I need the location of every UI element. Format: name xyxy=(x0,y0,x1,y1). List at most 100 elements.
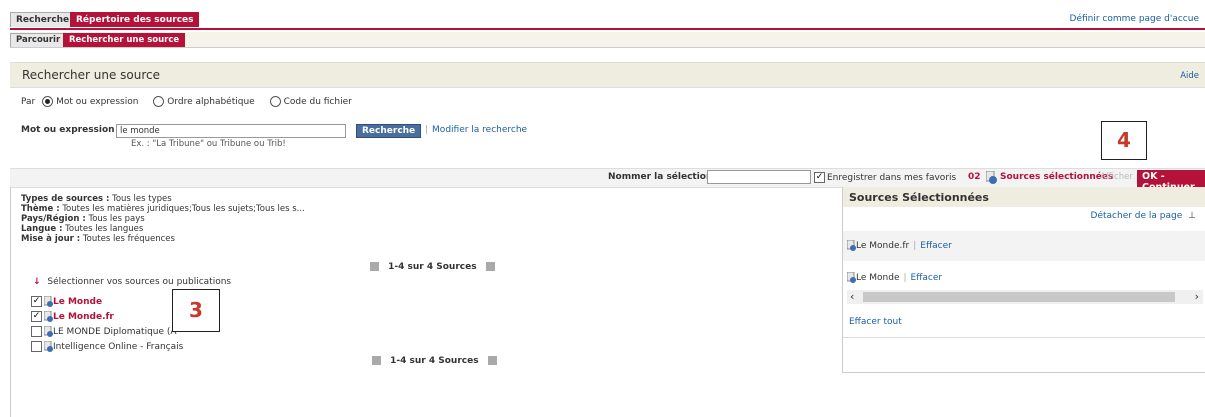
list-item: Intelligence Online - Français xyxy=(31,340,183,355)
separator: | xyxy=(913,241,917,251)
chevron-right-icon[interactable]: › xyxy=(1195,290,1199,304)
filter-row: Types de sources : Tous les types xyxy=(21,194,305,204)
sub-tab-bar: Parcourir Rechercher une source xyxy=(10,32,1205,48)
search-mode-row: Par Mot ou expression Ordre alphabétique… xyxy=(21,96,352,107)
tab-recherche[interactable]: Recherche xyxy=(10,12,76,27)
filter-label: Mise à jour : xyxy=(21,234,81,244)
remove-item-link[interactable]: Effacer xyxy=(911,273,943,283)
selected-item-row: Le Monde | Effacer xyxy=(846,271,943,283)
filter-value: Toutes les langues xyxy=(65,224,144,234)
filter-row: Thème : Toutes les matières juridiques;T… xyxy=(21,204,305,214)
top-tab-bar: Recherche Répertoire des sources Définir… xyxy=(10,8,1205,30)
radio-label: Code du fichier xyxy=(283,97,352,107)
radio-icon xyxy=(153,96,165,107)
tab-rechercher-source[interactable]: Rechercher une source xyxy=(63,33,186,47)
help-link[interactable]: Aide xyxy=(1180,71,1199,81)
document-info-icon xyxy=(43,295,53,307)
filter-label: Thème : xyxy=(21,204,60,214)
radio-label: Mot ou expression xyxy=(56,97,139,107)
filter-value: Tous les types xyxy=(112,194,172,204)
name-selection-input[interactable] xyxy=(707,170,811,184)
scrollbar-thumb[interactable] xyxy=(863,292,1175,302)
detach-link[interactable]: Détacher de la page xyxy=(1091,211,1183,221)
list-item: ✓ Le Monde xyxy=(31,295,183,310)
filter-value: Toutes les matières juridiques;Tous les … xyxy=(62,204,305,214)
set-home-link[interactable]: Définir comme page d'accue xyxy=(1070,14,1199,24)
filter-row: Langue : Toutes les langues xyxy=(21,224,305,234)
pagination-top: 1-4 sur 4 Sources xyxy=(370,262,495,272)
selection-bar: Nommer la sélection ✓ Enregistrer dans me… xyxy=(10,168,1205,194)
list-item: LE MONDE Diplomatique (A xyxy=(31,325,183,340)
list-item: ✓ Le Monde.fr xyxy=(31,310,183,325)
annotation-3: 3 xyxy=(172,289,220,332)
filter-label: Types de sources : xyxy=(21,194,110,204)
document-info-icon xyxy=(43,310,53,322)
divider xyxy=(843,337,1205,338)
modify-search-link[interactable]: Modifier la recherche xyxy=(432,125,527,135)
document-info-icon xyxy=(846,271,856,283)
chevron-left-icon[interactable]: ‹ xyxy=(850,290,854,304)
favorites-label: Enregistrer dans mes favoris xyxy=(827,173,957,183)
document-info-icon xyxy=(846,239,856,251)
selected-count: 02 xyxy=(968,172,981,182)
selected-item-name: Le Monde.fr xyxy=(856,241,910,251)
source-name[interactable]: Le Monde.fr xyxy=(53,312,114,322)
checkbox-icon[interactable] xyxy=(31,326,42,337)
modify-search-row: | Modifier la recherche xyxy=(421,125,527,135)
checkbox-checked-icon: ✓ xyxy=(814,172,825,183)
panel-header: Rechercher une source Aide xyxy=(10,62,1205,88)
radio-mot-expression[interactable]: Mot ou expression xyxy=(42,96,139,107)
source-list: ✓ Le Monde ✓ Le Monde.fr LE MONDE Diplomat… xyxy=(31,295,183,355)
annotation-4: 4 xyxy=(1101,121,1147,160)
clear-all-link[interactable]: Effacer tout xyxy=(849,317,902,327)
favorites-checkbox[interactable]: ✓ Enregistrer dans mes favoris xyxy=(814,172,956,183)
prev-page-icon[interactable] xyxy=(370,262,379,271)
next-page-icon[interactable] xyxy=(485,262,495,271)
selected-item: Le Monde.fr | Effacer xyxy=(843,231,1205,261)
afficher-link[interactable]: Afficher xyxy=(1100,172,1133,182)
selected-item: Le Monde | Effacer xyxy=(843,267,1205,287)
radio-label: Ordre alphabétique xyxy=(167,97,255,107)
selected-sources-panel: Sources Sélectionnées Détacher de la pag… xyxy=(842,187,1205,373)
filter-label: Pays/Région : xyxy=(21,214,86,224)
source-name[interactable]: Intelligence Online - Français xyxy=(53,342,183,352)
radio-icon xyxy=(269,96,281,107)
separator: | xyxy=(425,125,429,135)
checkbox-checked-icon[interactable]: ✓ xyxy=(31,296,42,307)
checkbox-icon[interactable] xyxy=(31,341,42,352)
radio-ordre-alphabetique[interactable]: Ordre alphabétique xyxy=(153,96,255,107)
filter-label: Langue : xyxy=(21,224,63,234)
remove-item-link[interactable]: Effacer xyxy=(920,241,952,251)
page-title: Rechercher une source xyxy=(22,68,161,82)
tab-repertoire-sources[interactable]: Répertoire des sources xyxy=(70,12,200,27)
arrow-down-icon: ↓ xyxy=(33,277,41,287)
pagination-label: 1-4 sur 4 Sources xyxy=(388,262,477,272)
horizontal-scrollbar[interactable]: ‹ › xyxy=(847,290,1203,304)
filter-row: Pays/Région : Tous les pays xyxy=(21,214,305,224)
selected-panel-header: Sources Sélectionnées xyxy=(843,187,1205,207)
name-selection-label: Nommer la sélection xyxy=(608,172,713,182)
tab-parcourir[interactable]: Parcourir xyxy=(10,33,67,47)
selected-panel-title: Sources Sélectionnées xyxy=(849,191,989,204)
next-page-icon[interactable] xyxy=(487,356,497,365)
par-label: Par xyxy=(21,97,36,107)
select-sources-row: ↓ Sélectionner vos sources ou publicatio… xyxy=(33,277,231,287)
search-button[interactable]: Recherche xyxy=(356,124,422,138)
selected-item-name: Le Monde xyxy=(856,273,900,283)
filters-summary: Types de sources : Tous les types Thème … xyxy=(21,194,305,244)
prev-page-icon[interactable] xyxy=(372,356,381,365)
pin-icon[interactable]: ⊥ xyxy=(1188,211,1196,221)
filter-value: Tous les pays xyxy=(88,214,145,224)
radio-code-fichier[interactable]: Code du fichier xyxy=(269,96,352,107)
filter-value: Toutes les fréquences xyxy=(82,234,175,244)
separator: | xyxy=(903,273,907,283)
source-name[interactable]: LE MONDE Diplomatique (A xyxy=(53,327,177,337)
document-info-icon xyxy=(986,171,997,184)
filter-row: Mise à jour : Toutes les fréquences xyxy=(21,234,305,244)
pagination-bottom: 1-4 sur 4 Sources xyxy=(372,356,497,366)
source-name[interactable]: Le Monde xyxy=(53,297,102,307)
page-lower-border xyxy=(10,372,1205,417)
search-input[interactable]: le monde xyxy=(116,124,346,138)
checkbox-checked-icon[interactable]: ✓ xyxy=(31,311,42,322)
selected-item-row: Le Monde.fr | Effacer xyxy=(846,239,952,251)
